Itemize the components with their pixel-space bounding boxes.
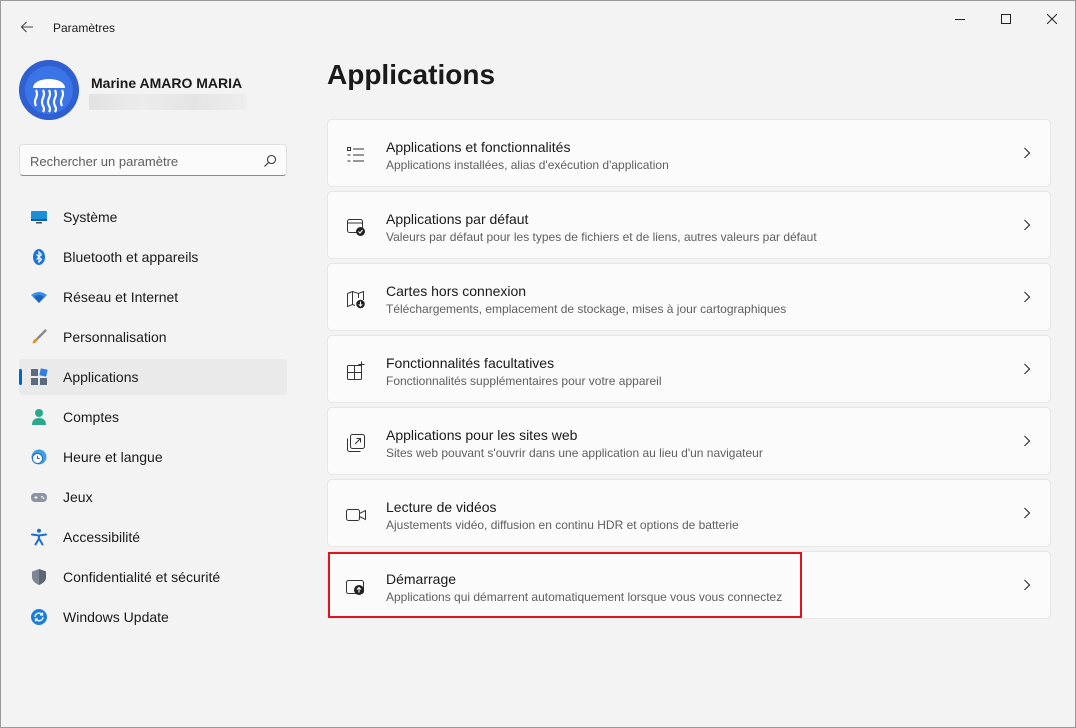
card-title: Démarrage [386,571,457,587]
grid-plus-icon [345,360,367,382]
sidebar-item-applications[interactable]: Applications [19,359,287,395]
minimize-button[interactable] [937,1,983,37]
search-input[interactable] [30,151,255,171]
accessibility-icon [30,528,48,546]
card-subtitle: Sites web pouvant s'ouvrir dans une appl… [386,446,763,460]
wifi-icon [30,288,48,306]
close-icon [1047,14,1057,24]
sidebar-item-label: Accessibilité [63,529,141,545]
sidebar-item-accessibilite[interactable]: Accessibilité [19,519,287,555]
sidebar-item-heure-langue[interactable]: Heure et langue [19,439,287,475]
chevron-right-icon [1020,506,1034,520]
monitor-icon [30,208,48,226]
page-title: Applications [327,59,496,90]
settings-window: Paramètres Marine AMARO MARIA Rechercher… [0,0,1076,728]
card-title: Applications par défaut [386,211,529,227]
bluetooth-icon [30,248,48,266]
selection-indicator [19,369,22,385]
update-icon [30,608,48,626]
title-bar: Paramètres [1,1,1075,41]
card-subtitle: Téléchargements, emplacement de stockage… [386,302,787,316]
card-subtitle: Fonctionnalités supplémentaires pour vot… [386,374,662,388]
video-icon [345,504,367,526]
sidebar-item-reseau[interactable]: Réseau et Internet [19,279,287,315]
card-fonctionnalites-facultatives[interactable]: Fonctionnalités facultatives Fonctionnal… [327,335,1051,403]
sidebar-item-label: Windows Update [63,609,169,625]
jellyfish-avatar-icon [19,60,79,120]
shield-icon [30,568,48,586]
card-lecture-videos[interactable]: Lecture de vidéos Ajustements vidéo, dif… [327,479,1051,547]
user-name: Marine AMARO MARIA [91,75,243,91]
search-icon[interactable] [262,153,278,169]
sidebar-item-comptes[interactable]: Comptes [19,399,287,435]
card-subtitle: Applications qui démarrent automatiqueme… [386,590,783,604]
sidebar-item-systeme[interactable]: Système [19,199,287,235]
card-demarrage[interactable]: Démarrage Applications qui démarrent aut… [327,551,1051,619]
chevron-right-icon [1020,218,1034,232]
sidebar-item-bluetooth[interactable]: Bluetooth et appareils [19,239,287,275]
chevron-right-icon [1020,146,1034,160]
user-email-redacted [89,94,247,110]
list-icon [345,144,367,166]
sidebar-item-label: Confidentialité et sécurité [63,569,221,585]
card-title: Applications pour les sites web [386,427,578,443]
sidebar-item-personnalisation[interactable]: Personnalisation [19,319,287,355]
minimize-icon [955,19,965,20]
close-button[interactable] [1029,1,1075,37]
card-subtitle: Valeurs par défaut pour les types de fic… [386,230,817,244]
arrow-left-icon [20,21,33,33]
map-download-icon [345,288,367,310]
card-cartes-hors-connexion[interactable]: Cartes hors connexion Téléchargements, e… [327,263,1051,331]
card-applications-sites-web[interactable]: Applications pour les sites web Sites we… [327,407,1051,475]
person-icon [30,408,48,426]
chevron-right-icon [1020,362,1034,376]
sidebar-item-windows-update[interactable]: Windows Update [19,599,287,635]
card-title: Applications et fonctionnalités [386,139,571,155]
sidebar-item-label: Comptes [63,409,120,425]
sidebar-item-label: Système [63,209,118,225]
sidebar-item-label: Réseau et Internet [63,289,179,305]
card-subtitle: Ajustements vidéo, diffusion en continu … [386,518,739,532]
card-applications-par-defaut[interactable]: Applications par défaut Valeurs par défa… [327,191,1051,259]
maximize-button[interactable] [983,1,1029,37]
open-external-icon [345,432,367,454]
sidebar-item-jeux[interactable]: Jeux [19,479,287,515]
search-box [19,144,287,176]
brush-icon [30,328,48,346]
card-applications-fonctionnalites[interactable]: Applications et fonctionnalités Applicat… [327,119,1051,187]
chevron-right-icon [1020,434,1034,448]
card-title: Fonctionnalités facultatives [386,355,555,371]
card-subtitle: Applications installées, alias d'exécuti… [386,158,669,172]
sidebar-item-confidentialite[interactable]: Confidentialité et sécurité [19,559,287,595]
chevron-right-icon [1020,290,1034,304]
back-button[interactable] [13,13,41,41]
clock-globe-icon [30,448,48,466]
sidebar-item-label: Personnalisation [63,329,167,345]
maximize-icon [1001,14,1011,24]
gamepad-icon [30,488,48,506]
window-title: Paramètres [53,21,116,35]
chevron-right-icon [1020,578,1034,592]
card-title: Lecture de vidéos [386,499,497,515]
avatar[interactable] [19,60,79,120]
sidebar-item-label: Heure et langue [63,449,163,465]
sidebar-item-label: Applications [63,369,139,385]
sidebar-item-label: Bluetooth et appareils [63,249,199,265]
startup-icon [345,576,367,598]
card-title: Cartes hors connexion [386,283,527,299]
default-apps-icon [345,216,367,238]
apps-icon [30,368,48,386]
sidebar-item-label: Jeux [63,489,93,505]
